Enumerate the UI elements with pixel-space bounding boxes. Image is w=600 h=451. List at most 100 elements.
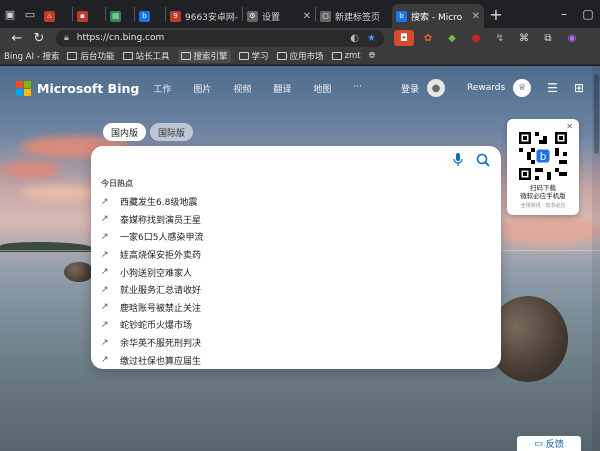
trending-title: 今日热点 [101,179,133,188]
microsoft-logo-icon[interactable] [16,80,31,96]
list-item[interactable]: ↗ 缴过社保也算应届生 [91,351,501,369]
trending-text: 小狗送别空难家人 [120,268,193,279]
trending-arrow-icon: ↗ [101,284,109,295]
copilot-icon[interactable]: ◉ [562,30,582,46]
background-cloud [20,186,100,200]
extension-icon[interactable]: ✿ [418,30,438,46]
close-icon[interactable]: ✕ [303,11,311,22]
nav-more[interactable]: ··· [353,82,362,95]
nav-item-images[interactable]: 图片 [193,82,211,95]
extension-icon[interactable]: ◆ [442,30,462,46]
tab-1[interactable]: ♨ [40,4,72,28]
folder-icon [331,52,342,60]
bookmark-bing-ai[interactable]: Bing AI - 搜索 [4,50,59,62]
tab-favicon-3: ▤ [110,10,121,22]
address-bar[interactable]: 🔒︎ https://cn.bing.com ◐ ★ [56,29,384,47]
extension-icon[interactable]: ↯ [490,30,510,46]
microphone-icon[interactable] [451,152,465,168]
tab-favicon-9663: 9 [170,10,181,22]
chat-bubble-icon: ▭ [534,438,543,449]
tab-2[interactable]: ▪ [73,4,105,28]
app-grid-icon[interactable]: ⊞ [574,81,584,95]
bing-favicon-icon: b [139,10,150,22]
bookmark-folder[interactable]: zmt [331,51,361,61]
bookmark-label: 应用市场 [289,52,324,62]
list-item[interactable]: ↗ 西藏发生6.8级地震 [91,193,501,211]
tab-settings[interactable]: ⚙ 设置 ✕ [243,4,315,28]
tab-favicon-2: ▪ [77,10,88,22]
nav-item-maps[interactable]: 地图 [313,82,331,95]
bookmark-label: Bing AI - 搜索 [4,52,60,62]
tab-domestic[interactable]: 国内版 [103,123,147,141]
extension-icon[interactable]: ● [466,30,486,46]
header-actions: 登录 ● Rewards ♕ ☰ ⊞ [401,79,584,97]
tab-new-tab-page[interactable]: ▢ 新建标签页 [316,4,392,28]
bookmark-folder[interactable]: 应用市场 [276,50,324,62]
trending-text: 娃高烧保安拒外卖药 [120,251,202,262]
qr-caption: 扫码下载 微软必应手机版 [520,184,566,200]
list-item[interactable]: ↗ 鹿晗账号被禁止关注 [91,299,501,317]
feedback-button[interactable]: ▭ 反馈 [517,436,581,451]
list-item[interactable]: ↗ 泰媒称找到演员王星 [91,211,501,229]
refresh-icon[interactable]: ↻ [28,28,50,48]
back-arrow-icon[interactable]: ← [6,28,28,48]
list-item[interactable]: ↗ 余华英不服死刑判决 [91,334,501,352]
boulder-left [64,262,94,282]
nav-item-work[interactable]: 工作 [153,82,171,95]
new-tab-button[interactable]: + [484,0,508,28]
list-item[interactable]: ↗ 蛇钞蛇币火爆市场 [91,316,501,334]
rewards-label[interactable]: Rewards [467,83,505,93]
tab-title: 新建标签页 [335,12,381,23]
trending-arrow-icon: ↗ [101,337,109,348]
close-icon[interactable]: ✕ [566,122,573,131]
minimize-icon[interactable]: – [552,7,576,21]
list-item[interactable]: ↗ 就业服务汇总请收好 [91,281,501,299]
tab-bing-search[interactable]: b 搜索 - Micro ✕ [392,4,484,28]
tab-actions-icon[interactable]: ▭ [20,0,40,28]
bookmark-folder[interactable]: 后台功能 [67,50,115,62]
favorite-star-icon[interactable]: ★ [367,33,376,44]
scrollbar-thumb[interactable] [594,74,599,154]
maximize-icon[interactable]: ▢ [576,7,600,21]
bookmark-folder[interactable]: 学习 [238,50,269,62]
url-text[interactable]: https://cn.bing.com [77,33,343,43]
tab-9663[interactable]: 9 9663安卓网- [166,4,242,28]
list-item[interactable]: ↗ 小狗送别空难家人 [91,263,501,281]
bookmark-folder[interactable]: 搜索引擎 [177,49,231,63]
close-icon[interactable]: ✕ [472,11,480,22]
list-item[interactable]: ↗ 一家6口5人感染甲流 [91,228,501,246]
search-input[interactable] [101,150,451,170]
tab-international[interactable]: 国际版 [150,123,194,141]
bing-header: Microsoft Bing 工作 图片 视频 翻译 地图 ··· 登录 ● R… [0,66,600,110]
bookmark-folder[interactable]: 站长工具 [122,50,170,62]
tab-3[interactable]: ▤ [106,4,134,28]
tab-title: 搜索 - Micro [411,12,463,23]
tab-4[interactable]: b [135,4,165,28]
extension-icon[interactable]: ◘ [394,30,414,46]
trending-arrow-icon: ↗ [101,214,109,225]
trending-arrow-icon: ↗ [101,302,109,313]
qr-slogan: 全球资讯 · 有求必应 [520,203,566,209]
trending-arrow-icon: ↗ [101,231,109,242]
nav-item-translate[interactable]: 翻译 [273,82,291,95]
globe-icon[interactable]: 🌐︎ [369,51,376,61]
rewards-trophy-icon[interactable]: ♕ [513,79,532,97]
trending-text: 就业服务汇总请收好 [120,286,202,297]
avatar-icon[interactable]: ● [426,79,445,97]
collections-icon[interactable]: ⧉ [538,30,558,46]
window-menu-icon[interactable]: ▣ [0,0,20,28]
search-icon[interactable] [475,152,491,168]
folder-icon [67,52,78,60]
brand-name[interactable]: Microsoft Bing [37,81,139,96]
login-link[interactable]: 登录 [401,82,419,95]
folder-icon [276,52,287,60]
nav-item-videos[interactable]: 视频 [233,82,251,95]
extensions-puzzle-icon[interactable]: ⌘ [514,30,534,46]
trending-arrow-icon: ↗ [101,355,109,366]
qr-line-2: 微软必应手机版 [520,192,566,200]
hamburger-menu-icon[interactable]: ☰ [547,81,558,95]
read-aloud-icon[interactable]: ◐ [350,33,359,44]
list-item[interactable]: ↗ 娃高烧保安拒外卖药 [91,246,501,264]
lock-icon[interactable]: 🔒︎ [64,33,69,43]
folder-icon [238,52,249,60]
